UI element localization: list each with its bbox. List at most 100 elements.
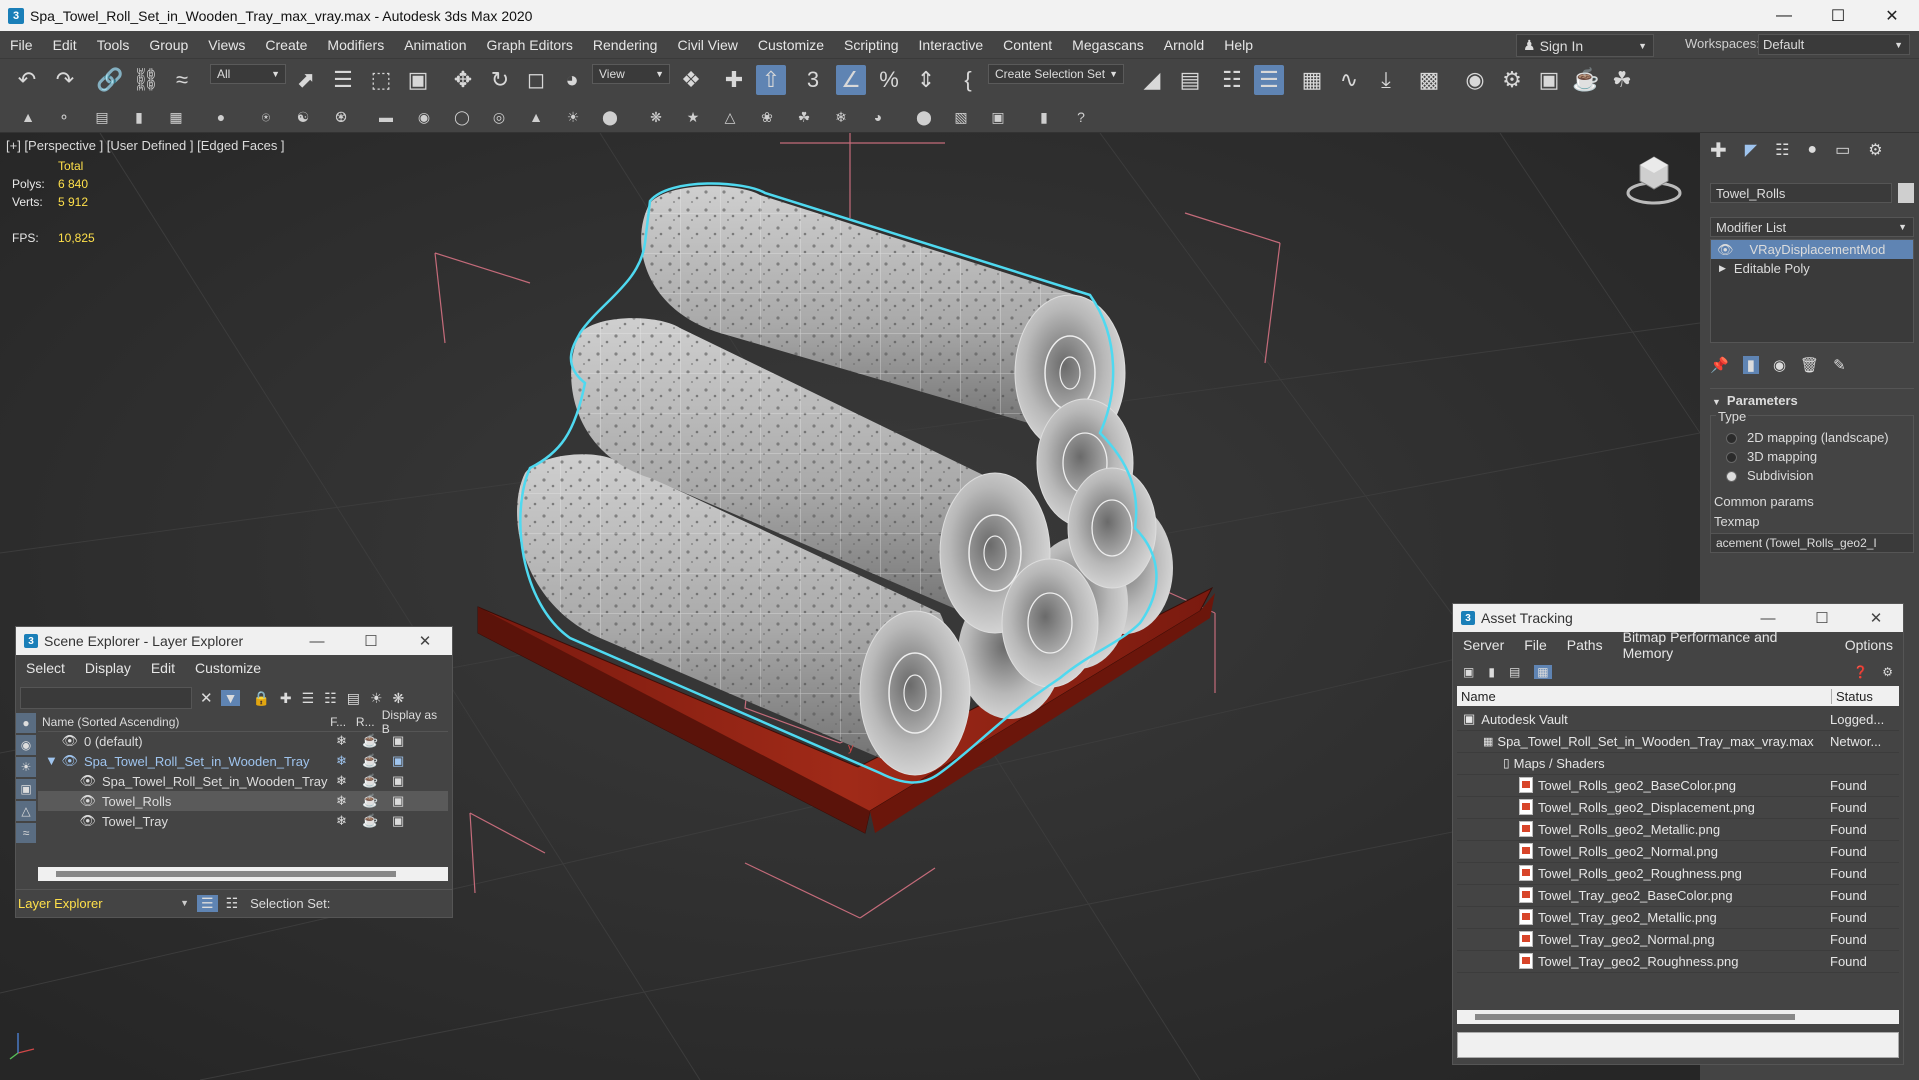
bind-space-warp-icon[interactable]: ≈ <box>167 65 197 95</box>
eye-icon[interactable]: 👁 <box>1717 242 1734 258</box>
asset-tracking-titlebar[interactable]: 3 Asset Tracking — ☐ ✕ <box>1453 604 1903 632</box>
align-icon[interactable]: ▤ <box>1175 65 1205 95</box>
menu-display[interactable]: Display <box>75 660 141 676</box>
fx-icon[interactable]: ★ <box>683 107 703 127</box>
render-setup-icon[interactable]: ⚙ <box>1497 65 1527 95</box>
box-icon[interactable]: ▣ <box>392 793 404 809</box>
viewport-label[interactable]: [+] [Perspective ] [User Defined ] [Edge… <box>6 138 285 153</box>
select-by-name-icon[interactable]: ☰ <box>328 65 358 95</box>
highlight-icon[interactable]: ☀ <box>370 690 383 707</box>
angle-snap-icon[interactable]: ∠ <box>836 65 866 95</box>
toggle-scene-explorer-icon[interactable]: ☷ <box>1217 65 1247 95</box>
shading-icon[interactable]: ▲ <box>18 107 38 127</box>
workspace-dropdown[interactable]: Default ▼ <box>1758 34 1910 55</box>
tree-row[interactable]: 👁 Towel_Tray ❄ ☕ ▣ <box>38 811 448 831</box>
hierarchy-icon[interactable]: ☷ <box>226 895 239 912</box>
modify-tab-icon[interactable]: ◤ <box>1745 140 1757 160</box>
light-icon[interactable]: ☀ <box>563 107 583 127</box>
rectangular-region-icon[interactable]: ⬚ <box>366 65 396 95</box>
selection-filter-dropdown[interactable]: All ▼ <box>210 64 286 84</box>
percent-snap-icon[interactable]: % <box>874 65 904 95</box>
freeze-icon[interactable]: ❄ <box>336 793 362 809</box>
link-icon[interactable]: 🔗 <box>95 65 125 95</box>
box-icon[interactable]: ▣ <box>392 773 404 789</box>
asset-row[interactable]: Towel_Rolls_geo2_Displacement.png Found <box>1457 796 1899 819</box>
tree-row-selected[interactable]: 👁 Towel_Rolls ❄ ☕ ▣ <box>38 791 448 811</box>
maximize-icon[interactable]: ☐ <box>1795 604 1849 632</box>
torus-primitive-icon[interactable]: ◎ <box>489 107 509 127</box>
decal-icon[interactable]: ◕ <box>868 107 888 127</box>
hair-icon[interactable]: ❋ <box>646 107 666 127</box>
sphere-track-icon[interactable]: ☯ <box>293 107 313 127</box>
asset-row[interactable]: Towel_Tray_geo2_Normal.png Found <box>1457 928 1899 951</box>
visibility-icon[interactable]: 👁 <box>38 813 102 829</box>
stack-item-vraydisplacement[interactable]: 👁 VRayDisplacementMod <box>1711 240 1913 259</box>
asset-row[interactable]: ▦ Spa_Towel_Roll_Set_in_Wooden_Tray_max_… <box>1457 730 1899 753</box>
type-option-3d[interactable]: 3D mapping <box>1726 449 1817 464</box>
menu-modifiers[interactable]: Modifiers <box>317 37 394 53</box>
asset-row[interactable]: ▯ Maps / Shaders <box>1457 752 1899 775</box>
menu-file[interactable]: File <box>1514 637 1557 653</box>
menu-bitmap-performance[interactable]: Bitmap Performance and Memory <box>1613 629 1835 661</box>
menu-server[interactable]: Server <box>1453 637 1514 653</box>
visibility-icon[interactable]: 👁 <box>38 773 102 789</box>
select-manipulate-icon[interactable]: ✚ <box>719 65 749 95</box>
scene-explorer-titlebar[interactable]: 3 Scene Explorer - Layer Explorer — ☐ ✕ <box>16 627 452 655</box>
menu-paths[interactable]: Paths <box>1557 637 1613 653</box>
minimize-icon[interactable]: — <box>290 627 344 655</box>
scatter-icon[interactable]: ❄ <box>831 107 851 127</box>
material-editor-icon[interactable]: ◉ <box>1460 65 1490 95</box>
rotate-icon[interactable]: ↻ <box>485 65 515 95</box>
freeze-icon[interactable]: ❄ <box>336 773 362 789</box>
configure-modifier-sets-icon[interactable]: ✎ <box>1833 356 1846 374</box>
close-icon[interactable]: ✕ <box>398 627 452 655</box>
visibility-icon[interactable]: 👁 <box>38 793 102 809</box>
freeze-icon[interactable]: ❄ <box>336 733 362 749</box>
visibility-icon[interactable]: ▼ 👁 <box>38 753 84 769</box>
close-icon[interactable]: ✕ <box>1849 604 1903 632</box>
utilities-tab-icon[interactable]: ⚙ <box>1868 140 1882 160</box>
cylinder-primitive-icon[interactable]: ◉ <box>414 107 434 127</box>
geosphere-icon[interactable]: ⬤ <box>600 107 620 127</box>
mirror-icon[interactable]: ◢ <box>1137 65 1167 95</box>
settings-icon[interactable]: ⚙ <box>1882 665 1893 679</box>
render-production-icon[interactable]: ☕ <box>1571 65 1601 95</box>
hierarchy-tab-icon[interactable]: ☷ <box>1775 140 1789 160</box>
pivot-center-icon[interactable]: ❖ <box>676 65 706 95</box>
menu-select[interactable]: Select <box>16 660 75 676</box>
scrollbar-thumb[interactable] <box>56 871 396 877</box>
parameters-rollout-header[interactable]: ▼ Parameters <box>1712 393 1798 408</box>
unlink-icon[interactable]: ⛓ <box>131 65 161 95</box>
proxy-icon[interactable]: △ <box>720 107 740 127</box>
type-option-2d[interactable]: 2D mapping (landscape) <box>1726 430 1889 445</box>
filter-icon[interactable]: ▼ <box>220 690 241 706</box>
sidebar-geometry-icon[interactable]: ◉ <box>16 735 36 755</box>
cloth-icon[interactable]: ⚬ <box>54 107 74 127</box>
modifier-list-dropdown[interactable]: Modifier List ▼ <box>1710 217 1914 237</box>
motion-tab-icon[interactable]: ● <box>1807 141 1817 159</box>
menu-content[interactable]: Content <box>993 37 1062 53</box>
create-tab-icon[interactable]: ✚ <box>1710 138 1727 163</box>
tree-row[interactable]: ▼ 👁 Spa_Towel_Roll_Set_in_Wooden_Tray ❄ ☕… <box>38 751 448 771</box>
fur-icon[interactable]: ❀ <box>757 107 777 127</box>
radio-button-selected[interactable] <box>1726 471 1737 483</box>
close-icon[interactable]: ✕ <box>1865 0 1919 31</box>
asset-row[interactable]: Towel_Rolls_geo2_Roughness.png Found <box>1457 862 1899 885</box>
box-primitive-icon[interactable]: ▬ <box>376 107 396 127</box>
plant-icon[interactable]: ☘ <box>794 107 814 127</box>
texmap-button[interactable]: acement (Towel_Rolls_geo2_I <box>1710 533 1914 553</box>
grid-view-icon[interactable]: ▦ <box>1534 665 1552 679</box>
maximize-icon[interactable]: ☐ <box>344 627 398 655</box>
sign-in-dropdown[interactable]: ♟ Sign In ▼ <box>1516 34 1654 57</box>
make-unique-icon[interactable]: ◉ <box>1773 356 1786 374</box>
maximize-icon[interactable]: ☐ <box>1811 0 1865 31</box>
toggle-layer-explorer-icon[interactable]: ☰ <box>1254 65 1284 95</box>
asset-row[interactable]: Towel_Rolls_geo2_Normal.png Found <box>1457 840 1899 863</box>
edit-named-selection-icon[interactable]: { <box>953 65 983 95</box>
scrollbar-thumb[interactable] <box>1475 1014 1795 1020</box>
menu-customize[interactable]: Customize <box>748 37 834 53</box>
render-icon[interactable]: ☕ <box>362 753 392 769</box>
expand-arrow-icon[interactable]: ▶ <box>1719 263 1726 274</box>
scene-states-icon[interactable]: ▦ <box>166 107 186 127</box>
window-crossing-icon[interactable]: ▣ <box>403 65 433 95</box>
